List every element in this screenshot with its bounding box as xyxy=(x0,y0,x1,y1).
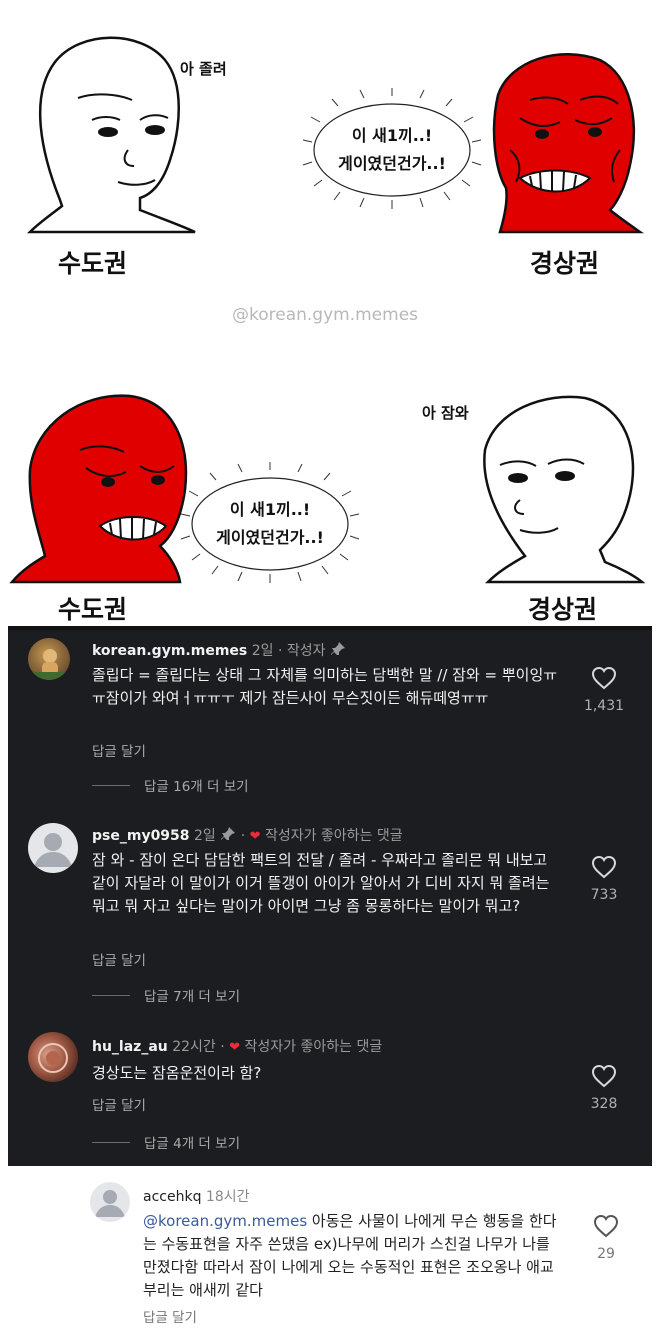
comment-item: hu_laz_au 22시간 · ❤ 작성자가 좋아하는 댓글 경상도는 잠옴운… xyxy=(8,1026,652,1166)
view-replies-label: 답글 7개 더 보기 xyxy=(144,989,240,1005)
avatar[interactable] xyxy=(90,1182,130,1222)
reply-button[interactable]: 답글 달기 xyxy=(143,1306,197,1326)
like-count: 733 xyxy=(590,887,618,903)
photo-avatar-icon xyxy=(38,1043,68,1073)
cat-photo-icon xyxy=(28,649,70,680)
view-replies-label: 답글 4개 더 보기 xyxy=(144,1136,240,1152)
left-region-label: 수도권 xyxy=(58,595,128,624)
replies-line xyxy=(92,784,130,786)
username[interactable]: pse_my0958 xyxy=(92,828,190,844)
avatar[interactable] xyxy=(28,1032,78,1082)
heart-icon xyxy=(591,855,617,879)
meme-illustration-bottom xyxy=(9,394,646,584)
like-button[interactable]: 733 xyxy=(576,855,632,903)
heart-icon xyxy=(591,1064,617,1088)
reply-button[interactable]: 답글 달기 xyxy=(92,949,146,969)
comment-meta: accehkq 18시간 xyxy=(143,1186,250,1206)
speech-line-2: 게이였던건가..! xyxy=(338,154,446,173)
comment-text: 졸립다 = 졸립다는 상태 그 자체를 의미하는 담백한 말 // 잠와 = 뿌… xyxy=(92,666,558,707)
reply-button[interactable]: 답글 달기 xyxy=(92,740,146,760)
reply-comment-item: accehkq 18시간 @korean.gym.memes 아동은 사물이 나… xyxy=(0,1166,660,1334)
reply-button[interactable]: 답글 달기 xyxy=(92,1094,146,1114)
meme-panel-top: 아 졸려 이 새1끼..! 게이였던건가..! 수도권 경상권 @korean.… xyxy=(0,0,660,330)
speech-bubble-text: 이 새1끼..! 게이였던건가..! xyxy=(322,122,462,178)
view-replies-button[interactable]: 답글 7개 더 보기 xyxy=(92,985,240,1005)
speech-bubble-text: 이 새1끼..! 게이였던건가..! xyxy=(200,496,340,552)
wojak-red-face xyxy=(9,394,188,584)
like-count: 29 xyxy=(597,1246,615,1262)
username[interactable]: hu_laz_au xyxy=(92,1039,168,1055)
wojak-red-face xyxy=(492,52,644,234)
view-replies-button[interactable]: 답글 4개 더 보기 xyxy=(92,1132,240,1152)
like-button[interactable]: 328 xyxy=(576,1064,632,1112)
replies-line xyxy=(92,1141,130,1143)
default-avatar-icon xyxy=(34,833,72,867)
timestamp: 18시간 xyxy=(205,1189,250,1205)
right-region-label: 경상권 xyxy=(530,249,600,278)
like-count: 1,431 xyxy=(583,698,625,714)
heart-icon xyxy=(591,666,617,690)
timestamp: 2일 xyxy=(193,828,216,844)
comments-section: korean.gym.memes 2일 · 작성자 졸립다 = 졸립다는 상태 … xyxy=(8,630,652,1166)
liked-by-author-icon: ❤ xyxy=(249,829,261,844)
view-replies-label: 답글 16개 더 보기 xyxy=(144,779,249,795)
comment-meta: pse_my0958 2일 · ❤ 작성자가 좋아하는 댓글 xyxy=(92,826,403,846)
speech-line-2: 게이였던건가..! xyxy=(216,528,324,547)
right-region-label: 경상권 xyxy=(528,595,598,624)
author-tag: · 작성자 xyxy=(277,643,326,659)
like-count: 328 xyxy=(590,1096,618,1112)
timestamp: 22시간 xyxy=(172,1039,216,1055)
timestamp: 2일 xyxy=(251,643,274,659)
watermark: @korean.gym.memes xyxy=(232,305,419,325)
comment-item: pse_my0958 2일 · ❤ 작성자가 좋아하는 댓글 잠 와 - 잠이 … xyxy=(8,815,652,1015)
speech-line-1: 이 새1끼..! xyxy=(229,500,311,519)
comment-text: 잠 와 - 잠이 온다 담담한 팩트의 전달 / 졸려 - 우짜라고 졸리믄 뭐… xyxy=(92,851,550,915)
liked-by-author-icon: ❤ xyxy=(229,1040,241,1055)
thought-text: 아 잠와 xyxy=(422,404,469,422)
author-liked-label: 작성자가 좋아하는 댓글 xyxy=(264,828,403,844)
mention-link[interactable]: @korean.gym.memes xyxy=(143,1212,307,1230)
meme-panel-bottom: 아 잠와 이 새1끼..! 게이였던건가..! 수도권 경상권 xyxy=(0,330,660,626)
wojak-white-face xyxy=(483,395,646,584)
left-region-label: 수도권 xyxy=(58,249,128,278)
username[interactable]: accehkq xyxy=(143,1189,201,1205)
replies-line xyxy=(92,994,130,996)
reply-comment-section: accehkq 18시간 @korean.gym.memes 아동은 사물이 나… xyxy=(0,1166,660,1334)
thought-text: 아 졸려 xyxy=(180,60,227,78)
comment-text: @korean.gym.memes 아동은 사물이 나에게 무슨 행동을 한다는… xyxy=(143,1210,563,1302)
like-button[interactable]: 1,431 xyxy=(576,666,632,714)
author-liked-label: 작성자가 좋아하는 댓글 xyxy=(244,1039,383,1055)
username[interactable]: korean.gym.memes xyxy=(92,643,247,659)
like-button[interactable]: 29 xyxy=(578,1214,634,1262)
pin-icon xyxy=(330,641,346,661)
speech-line-1: 이 새1끼..! xyxy=(351,126,433,145)
pin-icon xyxy=(220,826,236,846)
default-avatar-icon xyxy=(95,1190,125,1217)
comment-meta: korean.gym.memes 2일 · 작성자 xyxy=(92,640,346,661)
comment-text: 경상도는 잠옴운전이라 함? xyxy=(92,1064,262,1082)
view-replies-button[interactable]: 답글 16개 더 보기 xyxy=(92,775,249,795)
comment-item: korean.gym.memes 2일 · 작성자 졸립다 = 졸립다는 상태 … xyxy=(8,630,652,805)
comment-meta: hu_laz_au 22시간 · ❤ 작성자가 좋아하는 댓글 xyxy=(92,1039,383,1055)
avatar[interactable] xyxy=(28,823,78,873)
avatar[interactable] xyxy=(28,638,70,680)
heart-icon xyxy=(593,1214,619,1238)
